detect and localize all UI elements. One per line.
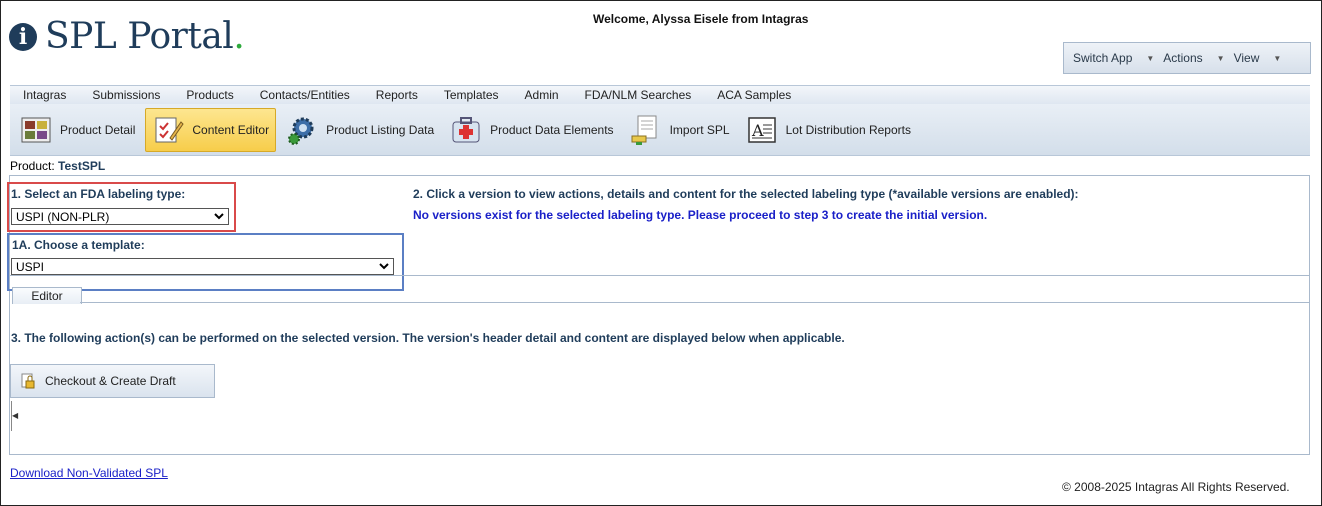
nav-item-contacts-entities[interactable]: Contacts/Entities xyxy=(260,88,350,102)
collapse-handle[interactable]: ◀ xyxy=(11,401,19,431)
info-logo-icon: i xyxy=(9,23,37,51)
import-icon xyxy=(631,115,657,145)
toolbar-lot-distribution-reports[interactable]: A Lot Distribution Reports xyxy=(740,108,917,152)
tab-editor[interactable]: Editor xyxy=(12,287,82,304)
lock-icon xyxy=(21,373,35,389)
document-icon: A xyxy=(747,116,776,143)
view-menu[interactable]: View ▼ xyxy=(1225,51,1282,65)
checkout-label: Checkout & Create Draft xyxy=(45,374,176,388)
template-value: USPI xyxy=(16,259,45,274)
nav-item-intagras[interactable]: Intagras xyxy=(23,88,66,102)
labeling-type-label: 1. Select an FDA labeling type: xyxy=(11,187,186,201)
spl-portal-logo: i SPL Portal. xyxy=(9,14,245,58)
nav-item-templates[interactable]: Templates xyxy=(444,88,499,102)
copyright-text: © 2008-2025 Intagras All Rights Reserved… xyxy=(1062,480,1290,494)
welcome-message: Welcome, Alyssa Eisele from Intagras xyxy=(593,12,809,26)
main-nav: Intagras Submissions Products Contacts/E… xyxy=(10,85,1310,105)
gear-icon xyxy=(288,117,314,145)
product-label: Product: xyxy=(10,159,55,173)
product-toolbar: Product Detail Content Editor Product Li… xyxy=(10,104,1310,156)
product-indicator: Product: TestSPL xyxy=(10,159,105,173)
toolbar-label: Lot Distribution Reports xyxy=(785,122,911,137)
app-menu: Switch App ▼ Actions ▼ View ▼ xyxy=(1063,42,1311,74)
toolbar-label: Product Data Elements xyxy=(490,122,614,137)
caret-down-icon: ▼ xyxy=(1273,53,1282,63)
toolbar-label: Product Detail xyxy=(60,122,136,137)
version-instruction: 2. Click a version to view actions, deta… xyxy=(413,187,1079,201)
nav-item-submissions[interactable]: Submissions xyxy=(92,88,160,102)
actions-menu[interactable]: Actions ▼ xyxy=(1154,51,1224,65)
view-label: View xyxy=(1233,51,1260,65)
actions-label: Actions xyxy=(1163,51,1203,65)
toolbar-content-editor[interactable]: Content Editor xyxy=(145,107,277,152)
nav-item-products[interactable]: Products xyxy=(186,88,233,102)
caret-down-icon: ▼ xyxy=(1146,53,1155,63)
toolbar-label: Content Editor xyxy=(192,122,270,137)
toolbar-product-listing-data[interactable]: Product Listing Data xyxy=(280,108,440,152)
nav-item-fda-nlm-searches[interactable]: FDA/NLM Searches xyxy=(585,88,692,102)
download-non-validated-spl-link[interactable]: Download Non-Validated SPL xyxy=(10,466,168,480)
toolbar-product-detail[interactable]: Product Detail xyxy=(14,108,141,152)
toolbar-label: Product Listing Data xyxy=(326,122,435,137)
svg-text:A: A xyxy=(751,121,764,140)
caret-left-icon: ◀ xyxy=(12,411,19,420)
product-detail-icon xyxy=(21,117,51,142)
checkout-create-draft-button[interactable]: Checkout & Create Draft xyxy=(10,364,215,398)
switch-app-label: Switch App xyxy=(1073,51,1133,65)
medical-kit-icon xyxy=(452,116,480,142)
switch-app-menu[interactable]: Switch App ▼ xyxy=(1064,51,1154,65)
nav-item-reports[interactable]: Reports xyxy=(376,88,418,102)
divider xyxy=(80,302,1309,303)
template-select[interactable]: USPI xyxy=(11,258,394,275)
caret-down-icon: ▼ xyxy=(1216,53,1225,63)
divider xyxy=(10,275,1309,276)
content-editor-icon xyxy=(155,117,185,142)
logo-text: SPL Portal. xyxy=(45,15,245,57)
labeling-type-select[interactable]: USPI (NON-PLR) xyxy=(11,208,229,225)
actions-instruction: 3. The following action(s) can be perfor… xyxy=(11,331,845,345)
labeling-type-value: USPI (NON-PLR) xyxy=(16,209,110,224)
nav-item-aca-samples[interactable]: ACA Samples xyxy=(717,88,791,102)
nav-item-admin[interactable]: Admin xyxy=(525,88,559,102)
toolbar-import-spl[interactable]: Import SPL xyxy=(624,108,736,152)
toolbar-label: Import SPL xyxy=(669,122,730,137)
product-name: TestSPL xyxy=(58,159,106,173)
template-label: 1A. Choose a template: xyxy=(12,238,145,252)
chevron-down-icon xyxy=(214,209,224,227)
no-versions-message: No versions exist for the selected label… xyxy=(413,208,988,222)
toolbar-product-data-elements[interactable]: Product Data Elements xyxy=(444,108,619,152)
